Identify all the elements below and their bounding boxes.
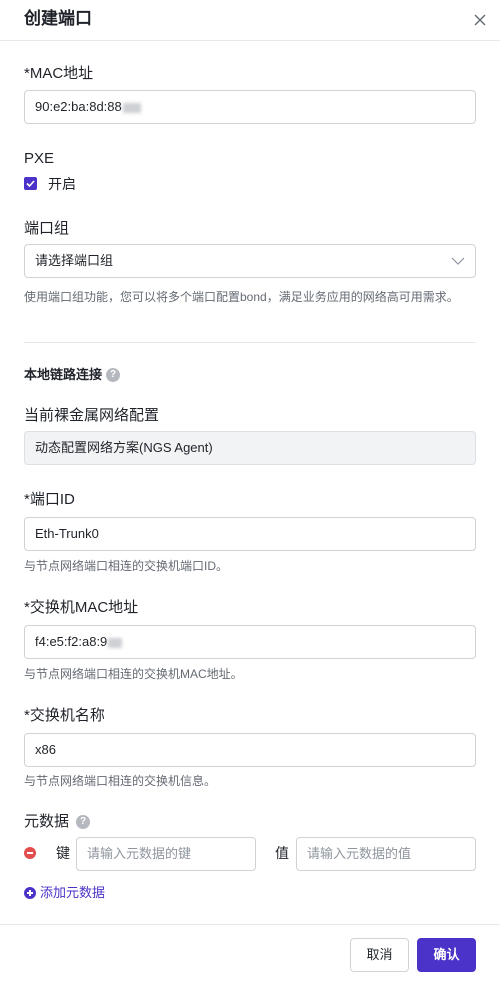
port-id-help: 与节点网络端口相连的交换机端口ID。: [24, 559, 229, 573]
plus-circle-icon: [24, 887, 36, 899]
metadata-value-label: 值: [275, 845, 289, 861]
mac-address-label: *MAC地址: [24, 65, 94, 82]
check-icon: [26, 180, 35, 188]
switch-mac-help: 与节点网络端口相连的交换机MAC地址。: [24, 667, 243, 681]
metadata-value-input[interactable]: 请输入元数据的值: [296, 837, 476, 871]
metadata-key-label: 键: [56, 845, 70, 861]
bare-metal-config-value: 动态配置网络方案(NGS Agent): [35, 440, 213, 455]
mac-address-input[interactable]: 90:e2:ba:8d:88: [24, 90, 476, 124]
metadata-value-placeholder: 请输入元数据的值: [307, 846, 412, 861]
port-group-help: 使用端口组功能，您可以将多个端口配置bond，满足业务应用的网络高可用需求。: [24, 290, 459, 304]
section-divider: [24, 342, 476, 343]
pxe-checkbox[interactable]: [24, 177, 37, 190]
metadata-label: 元数据: [24, 813, 70, 830]
switch-mac-input[interactable]: f4:e5:f2:a8:9: [24, 625, 476, 659]
redaction-blur: [122, 102, 141, 113]
cancel-button[interactable]: 取消: [350, 938, 409, 972]
port-id-value: Eth-Trunk0: [35, 526, 99, 541]
port-group-select[interactable]: 请选择端口组: [24, 244, 476, 278]
close-icon[interactable]: [470, 10, 490, 30]
redaction-blur: [108, 637, 123, 648]
create-port-dialog: 创建端口 *MAC地址 90:e2:ba:8d:88 PXE 开启 端口组 请选…: [0, 0, 500, 981]
remove-metadata-icon[interactable]: [24, 847, 36, 859]
port-group-label: 端口组: [24, 220, 70, 237]
switch-name-value: x86: [35, 742, 56, 757]
pxe-checkbox-label: 开启: [48, 176, 76, 192]
switch-name-help: 与节点网络端口相连的交换机信息。: [24, 774, 217, 788]
help-icon[interactable]: ?: [106, 368, 120, 382]
metadata-key-placeholder: 请输入元数据的键: [87, 846, 192, 861]
chevron-down-icon: [451, 257, 465, 265]
switch-name-input[interactable]: x86: [24, 733, 476, 767]
local-link-title: 本地链路连接: [24, 367, 103, 382]
pxe-label: PXE: [24, 150, 55, 167]
switch-name-label: *交换机名称: [24, 707, 105, 724]
bare-metal-config-field: 动态配置网络方案(NGS Agent): [24, 431, 476, 465]
metadata-key-input[interactable]: 请输入元数据的键: [76, 837, 256, 871]
port-group-placeholder: 请选择端口组: [35, 253, 114, 268]
confirm-button[interactable]: 确认: [417, 938, 476, 972]
mac-address-value: 90:e2:ba:8d:88: [35, 99, 122, 114]
add-metadata-label: 添加元数据: [40, 885, 106, 900]
bare-metal-config-label: 当前裸金属网络配置: [24, 407, 160, 424]
switch-mac-label: *交换机MAC地址: [24, 599, 139, 616]
dialog-header: 创建端口: [0, 0, 500, 41]
port-id-label: *端口ID: [24, 491, 75, 508]
dialog-title: 创建端口: [24, 9, 92, 28]
port-id-input[interactable]: Eth-Trunk0: [24, 517, 476, 551]
help-icon[interactable]: ?: [76, 815, 90, 829]
switch-mac-value: f4:e5:f2:a8:9: [35, 634, 108, 649]
